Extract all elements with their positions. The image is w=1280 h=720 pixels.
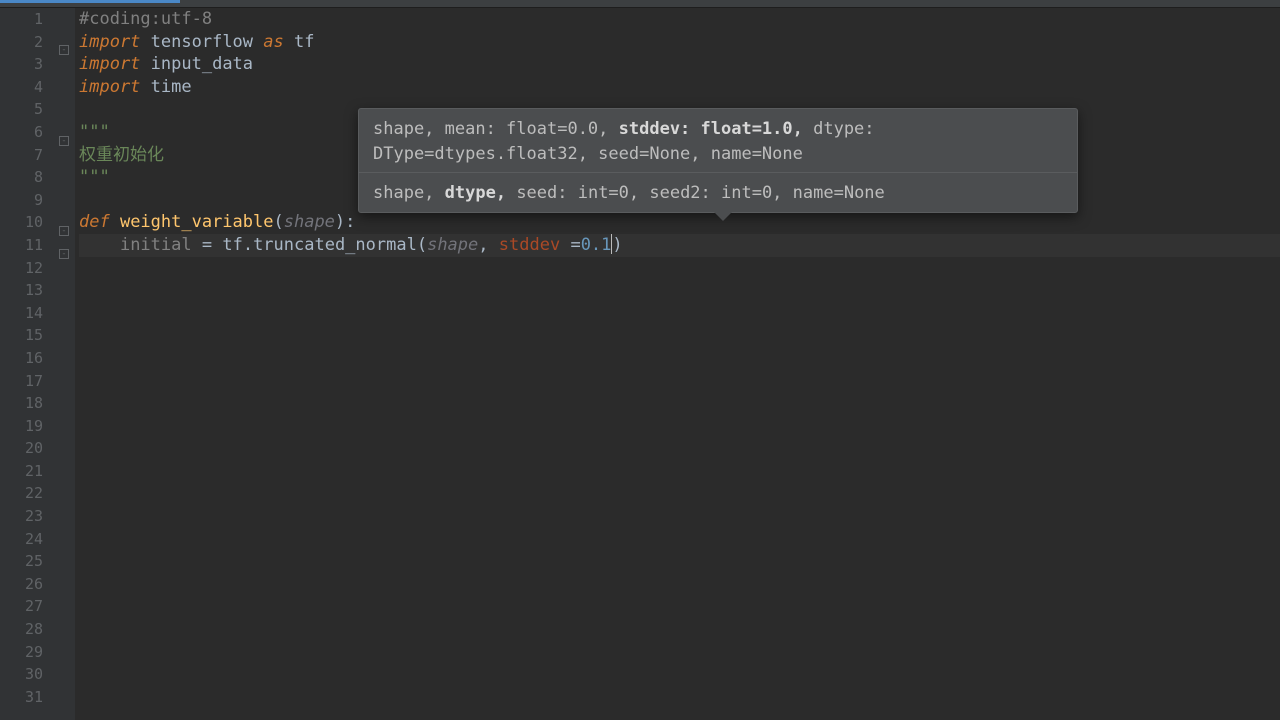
- sig-text: shape,: [373, 183, 445, 203]
- space: [560, 235, 570, 255]
- signature-overload-2[interactable]: shape, dtype, seed: int=0, seed2: int=0,…: [359, 172, 1077, 212]
- docstring-delim: """: [79, 167, 110, 187]
- op-assign: =: [570, 235, 580, 255]
- code-comment: #coding:utf-8: [79, 9, 212, 29]
- line-number: 12: [0, 257, 43, 280]
- fold-column: - - - -: [55, 8, 75, 720]
- comma: ,: [478, 235, 488, 255]
- op-assign: =: [192, 235, 223, 255]
- line-number: 10: [0, 211, 43, 234]
- line-number: 8: [0, 166, 43, 189]
- line-number: 11: [0, 234, 43, 257]
- line-number: 31: [0, 686, 43, 709]
- space: [489, 235, 499, 255]
- line-number-gutter: 1234567891011121314151617181920212223242…: [0, 8, 55, 720]
- line-number: 24: [0, 528, 43, 551]
- function-name: weight_variable: [120, 212, 274, 232]
- sig-text: seed: int=0, seed2: int=0, name=None: [506, 183, 885, 203]
- keyword-import: import: [79, 77, 140, 97]
- line-number: 18: [0, 392, 43, 415]
- call-name: truncated_normal: [253, 235, 417, 255]
- keyword-def: def: [79, 212, 120, 232]
- popup-pointer-icon: [714, 212, 732, 221]
- line-number: 22: [0, 482, 43, 505]
- param-name: shape: [284, 212, 335, 232]
- paren-open: (: [273, 212, 283, 232]
- line-number: 30: [0, 663, 43, 686]
- signature-overload-1[interactable]: shape, mean: float=0.0, stddev: float=1.…: [359, 109, 1077, 172]
- code-editor[interactable]: 1234567891011121314151617181920212223242…: [0, 8, 1280, 720]
- line-number: 28: [0, 618, 43, 641]
- indent: [79, 235, 120, 255]
- line-number: 23: [0, 505, 43, 528]
- fold-marker-icon[interactable]: -: [59, 226, 69, 236]
- line-number: 27: [0, 595, 43, 618]
- active-tab-indicator: [0, 0, 180, 3]
- paren-open: (: [417, 235, 427, 255]
- keyword-import: import: [79, 54, 140, 74]
- line-number: 19: [0, 415, 43, 438]
- line-number: 1: [0, 8, 43, 31]
- sig-text: shape, mean: float=0.0,: [373, 119, 619, 139]
- line-number: 26: [0, 573, 43, 596]
- line-number: 25: [0, 550, 43, 573]
- line-number: 17: [0, 370, 43, 393]
- alias-name: tf: [294, 32, 314, 52]
- line-number: 16: [0, 347, 43, 370]
- keyword-as: as: [263, 32, 283, 52]
- editor-tabs[interactable]: [0, 0, 1280, 8]
- module-name: input_data: [151, 54, 253, 74]
- fold-marker-icon[interactable]: -: [59, 249, 69, 259]
- docstring-delim: """: [79, 122, 110, 142]
- docstring-text: 权重初始化: [79, 145, 164, 165]
- module-name: time: [151, 77, 192, 97]
- line-number: 7: [0, 144, 43, 167]
- line-number: 14: [0, 302, 43, 325]
- line-number: 21: [0, 460, 43, 483]
- text-caret: [611, 234, 612, 254]
- op-dot: .: [243, 235, 253, 255]
- line-number: 6: [0, 121, 43, 144]
- line-number: 2: [0, 31, 43, 54]
- line-number: 9: [0, 189, 43, 212]
- current-line[interactable]: initial = tf.truncated_normal(shape, std…: [79, 234, 1280, 257]
- fold-marker-icon[interactable]: -: [59, 136, 69, 146]
- line-number: 3: [0, 53, 43, 76]
- module-ref: tf: [222, 235, 242, 255]
- arg-shape: shape: [427, 235, 478, 255]
- sig-current-param: stddev: float=1.0,: [619, 119, 803, 139]
- keyword-import: import: [79, 32, 140, 52]
- line-number: 20: [0, 437, 43, 460]
- parameter-info-popup: shape, mean: float=0.0, stddev: float=1.…: [358, 108, 1078, 213]
- paren-close: ): [612, 235, 622, 255]
- line-number: 15: [0, 324, 43, 347]
- line-number: 5: [0, 98, 43, 121]
- kwarg-name: stddev: [499, 235, 560, 255]
- module-name: tensorflow: [151, 32, 253, 52]
- number-literal: 0.1: [581, 235, 612, 255]
- paren-close: ):: [335, 212, 355, 232]
- sig-current-param: dtype,: [445, 183, 506, 203]
- line-number: 29: [0, 641, 43, 664]
- fold-marker-icon[interactable]: -: [59, 45, 69, 55]
- line-number: 4: [0, 76, 43, 99]
- code-area[interactable]: #coding:utf-8 import tensorflow as tf im…: [75, 8, 1280, 720]
- local-var: initial: [120, 235, 192, 255]
- line-number: 13: [0, 279, 43, 302]
